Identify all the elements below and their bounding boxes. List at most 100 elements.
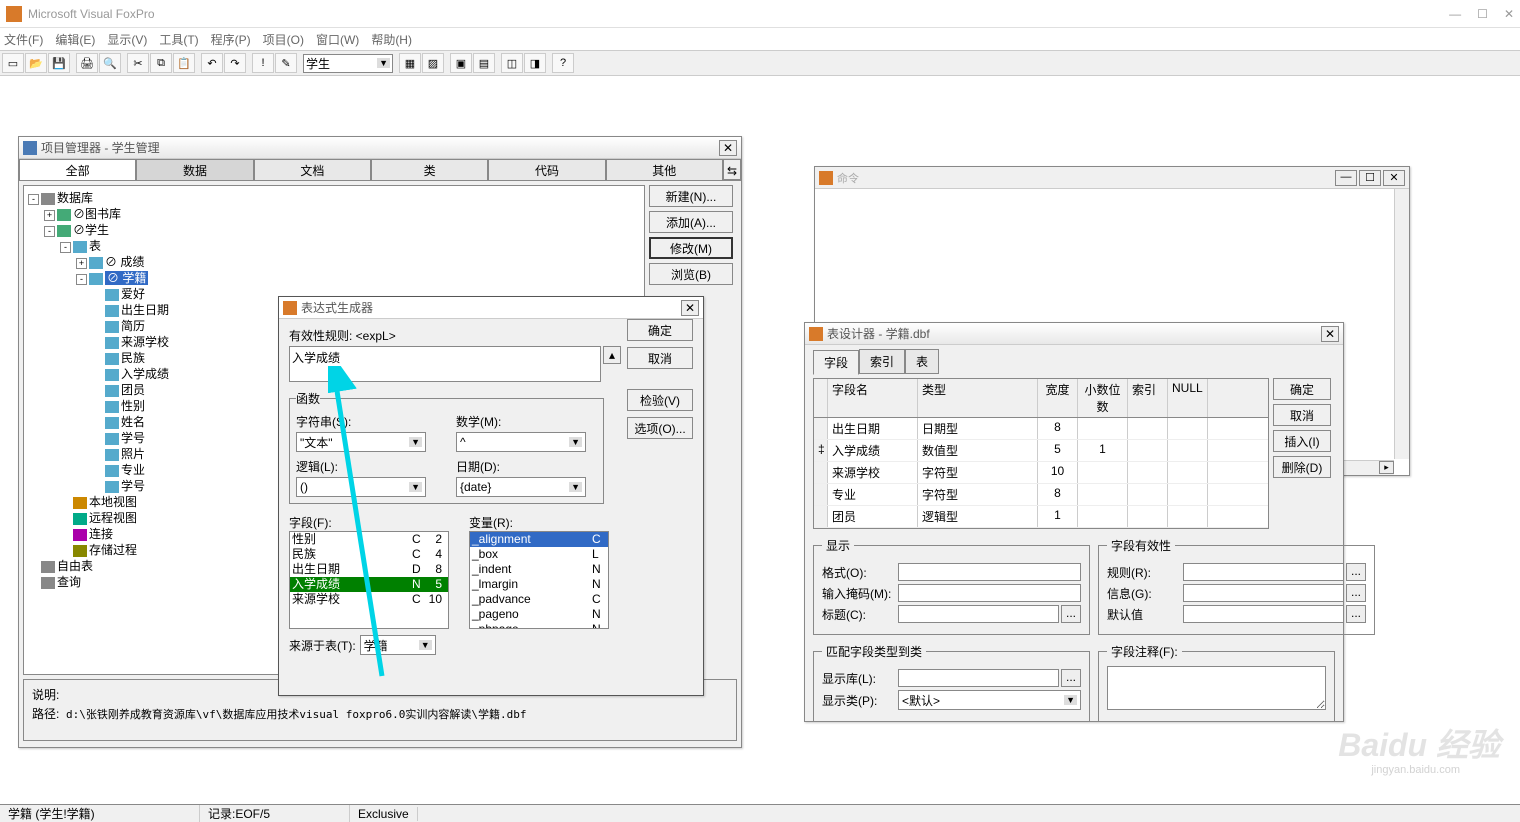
eb-close-button[interactable]: ✕ — [681, 300, 699, 316]
run-icon[interactable]: ! — [252, 53, 274, 73]
td-insert-button[interactable]: 插入(I) — [1273, 430, 1331, 452]
pm-tab-class[interactable]: 类 — [371, 159, 488, 180]
eb-ok-button[interactable]: 确定 — [627, 319, 693, 341]
pm-close-button[interactable]: ✕ — [719, 140, 737, 156]
help-icon[interactable]: ? — [552, 53, 574, 73]
var-row[interactable]: _padvanceC — [470, 592, 608, 607]
menu-window[interactable]: 窗口(W) — [316, 31, 359, 48]
eb-cancel-button[interactable]: 取消 — [627, 347, 693, 369]
menu-edit[interactable]: 编辑(E) — [55, 31, 95, 48]
open-icon[interactable]: 📂 — [25, 53, 47, 73]
td-row[interactable]: 出生日期日期型8 — [814, 418, 1268, 440]
pm-add-button[interactable]: 添加(A)... — [649, 211, 733, 233]
td-caption-input[interactable] — [898, 605, 1059, 623]
undo-icon[interactable]: ↶ — [201, 53, 223, 73]
td-cancel-button[interactable]: 取消 — [1273, 404, 1331, 426]
eb-math-combo[interactable]: ^▼ — [456, 432, 586, 452]
menu-tools[interactable]: 工具(T) — [159, 31, 198, 48]
cmd-max-button[interactable]: ☐ — [1359, 170, 1381, 186]
td-caption-dots[interactable]: ... — [1061, 605, 1081, 623]
menu-view[interactable]: 显示(V) — [107, 31, 147, 48]
td-row[interactable]: 来源学校字符型10 — [814, 462, 1268, 484]
var-row[interactable]: _alignmentC — [470, 532, 608, 547]
eb-date-combo[interactable]: {date}▼ — [456, 477, 586, 497]
td-rule-input[interactable] — [1183, 563, 1344, 581]
copy-icon[interactable]: ⧉ — [150, 53, 172, 73]
modify-icon[interactable]: ✎ — [275, 53, 297, 73]
td-msg-input[interactable] — [1183, 584, 1344, 602]
pm-modify-button[interactable]: 修改(M) — [649, 237, 733, 259]
redo-icon[interactable]: ↷ — [224, 53, 246, 73]
eb-logic-combo[interactable]: ()▼ — [296, 477, 426, 497]
td-row[interactable]: 团员逻辑型1 — [814, 506, 1268, 528]
field-row[interactable]: 性别C2 — [290, 532, 448, 547]
eb-string-combo[interactable]: "文本"▼ — [296, 432, 426, 452]
td-ok-button[interactable]: 确定 — [1273, 378, 1331, 400]
eb-options-button[interactable]: 选项(O)... — [627, 417, 693, 439]
td-row[interactable]: 专业字符型8 — [814, 484, 1268, 506]
menu-project[interactable]: 项目(O) — [263, 31, 304, 48]
td-row[interactable]: ‡入学成绩数值型51 — [814, 440, 1268, 462]
eb-fields-list[interactable]: 性别C2民族C4出生日期D8入学成绩N5来源学校C10 — [289, 531, 449, 629]
field-row[interactable]: 出生日期D8 — [290, 562, 448, 577]
td-tab-fields[interactable]: 字段 — [813, 350, 859, 375]
tree-node[interactable]: +⊘ 成绩 — [28, 254, 640, 270]
field-row[interactable]: 入学成绩N5 — [290, 577, 448, 592]
save-icon[interactable]: 💾 — [48, 53, 70, 73]
pm-new-button[interactable]: 新建(N)... — [649, 185, 733, 207]
var-row[interactable]: _lmarginN — [470, 577, 608, 592]
cmd-close-button[interactable]: ✕ — [1383, 170, 1405, 186]
new-icon[interactable]: ▭ — [2, 53, 24, 73]
eb-vars-list[interactable]: _alignmentC_boxL_indentN_lmarginN_padvan… — [469, 531, 609, 629]
tb-icon-5[interactable]: ◫ — [501, 53, 523, 73]
field-row[interactable]: 民族C4 — [290, 547, 448, 562]
td-format-input[interactable] — [898, 563, 1081, 581]
maximize-button[interactable]: ☐ — [1477, 7, 1488, 21]
cmd-vscroll[interactable] — [1394, 189, 1409, 459]
field-row[interactable]: 来源学校C10 — [290, 592, 448, 607]
pm-tab-code[interactable]: 代码 — [488, 159, 605, 180]
var-row[interactable]: _pbpageN — [470, 622, 608, 629]
cut-icon[interactable]: ✂ — [127, 53, 149, 73]
td-tab-table[interactable]: 表 — [905, 349, 939, 374]
preview-icon[interactable]: 🔍 — [99, 53, 121, 73]
print-icon[interactable]: 🖨 — [76, 53, 98, 73]
var-row[interactable]: _pagenoN — [470, 607, 608, 622]
eb-expr-expand[interactable]: ▴ — [603, 346, 621, 364]
td-rule-dots[interactable]: ... — [1346, 563, 1366, 581]
var-row[interactable]: _indentN — [470, 562, 608, 577]
pm-tab-docs[interactable]: 文档 — [254, 159, 371, 180]
td-lib-input[interactable] — [898, 669, 1059, 687]
tree-node[interactable]: +⊘图书库 — [28, 206, 640, 222]
fields-grid[interactable]: 字段名 类型 宽度 小数位数 索引 NULL 出生日期日期型8‡入学成绩数值型5… — [813, 378, 1269, 529]
menu-program[interactable]: 程序(P) — [211, 31, 251, 48]
database-combo[interactable]: 学生▼ — [303, 54, 393, 73]
td-delete-button[interactable]: 删除(D) — [1273, 456, 1331, 478]
paste-icon[interactable]: 📋 — [173, 53, 195, 73]
tb-icon-4[interactable]: ▤ — [473, 53, 495, 73]
tb-icon-1[interactable]: ▦ — [399, 53, 421, 73]
pm-tab-data[interactable]: 数据 — [136, 159, 253, 180]
tree-node[interactable]: -表 — [28, 238, 640, 254]
menu-file[interactable]: 文件(F) — [4, 31, 43, 48]
pm-tab-other[interactable]: 其他 — [606, 159, 723, 180]
minimize-button[interactable]: — — [1449, 7, 1461, 21]
tree-node[interactable]: -数据库 — [28, 190, 640, 206]
td-lib-dots[interactable]: ... — [1061, 669, 1081, 687]
td-mask-input[interactable] — [898, 584, 1081, 602]
pm-browse-button[interactable]: 浏览(B) — [649, 263, 733, 285]
cmd-min-button[interactable]: — — [1335, 170, 1357, 186]
tree-node[interactable]: -⊘ 学籍 — [28, 270, 640, 286]
pm-tab-all[interactable]: 全部 — [19, 159, 136, 180]
tb-icon-3[interactable]: ▣ — [450, 53, 472, 73]
tree-node[interactable]: -⊘学生 — [28, 222, 640, 238]
var-row[interactable]: _boxL — [470, 547, 608, 562]
td-default-dots[interactable]: ... — [1346, 605, 1366, 623]
td-default-input[interactable] — [1183, 605, 1344, 623]
td-comment-input[interactable] — [1107, 666, 1326, 710]
menu-help[interactable]: 帮助(H) — [371, 31, 412, 48]
eb-verify-button[interactable]: 检验(V) — [627, 389, 693, 411]
eb-from-combo[interactable]: 学籍▼ — [360, 635, 436, 655]
tb-icon-2[interactable]: ▨ — [422, 53, 444, 73]
td-close-button[interactable]: ✕ — [1321, 326, 1339, 342]
